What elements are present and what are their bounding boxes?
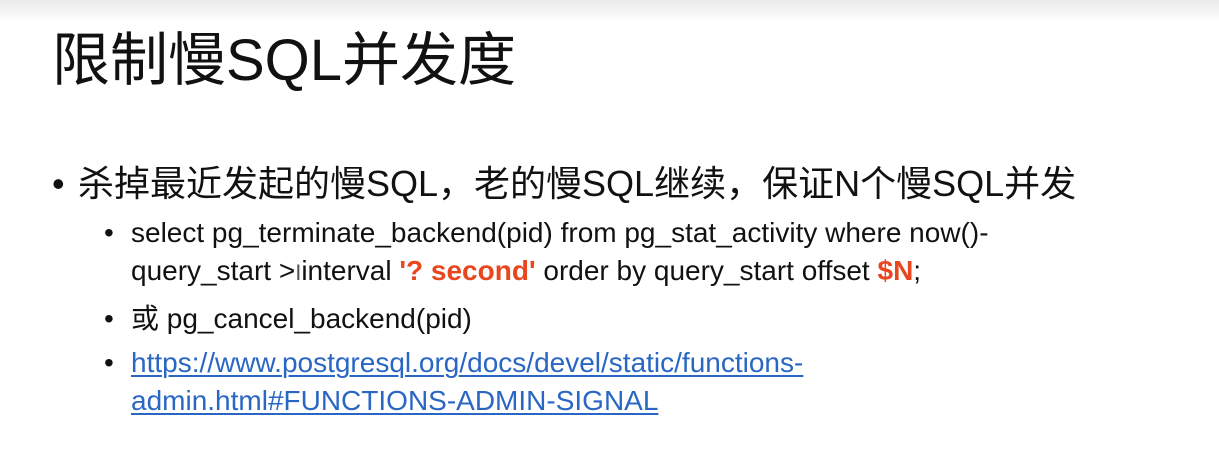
sql-part3: interval xyxy=(301,255,400,286)
sql-part5: ; xyxy=(913,255,922,286)
sql-part4: order by query_start offset xyxy=(535,255,878,286)
bullet-dot: • xyxy=(52,163,65,204)
sub-bullet-sql: • select pg_terminate_backend(pid) from … xyxy=(104,214,1204,292)
bullet-dot: • xyxy=(104,303,114,334)
main-bullet: • 杀掉最近发起的慢SQL，老的慢SQL继续，保证N个慢SQL并发 xyxy=(52,160,1076,208)
docs-link-line1[interactable]: https://www.postgresql.org/docs/devel/st… xyxy=(131,347,803,378)
bullet-dot: • xyxy=(104,217,114,248)
top-shade xyxy=(0,0,1219,22)
sub-bullet-cancel: • 或 pg_cancel_backend(pid) xyxy=(104,300,1204,338)
sql-highlight-seconds: '? second' xyxy=(399,255,536,286)
sql-part1: select pg_terminate_backend(pid) from pg… xyxy=(131,217,989,248)
sql-text: select pg_terminate_backend(pid) from pg… xyxy=(131,214,1204,292)
slide-title: 限制慢SQL并发度 xyxy=(52,28,517,93)
sql-highlight-n: $N xyxy=(877,255,914,286)
bullet-dot: • xyxy=(104,347,114,378)
docs-link[interactable]: https://www.postgresql.org/docs/devel/st… xyxy=(131,347,803,416)
sql-part2: query_start > xyxy=(131,255,296,286)
sub-bullet-link: • https://www.postgresql.org/docs/devel/… xyxy=(104,344,1204,420)
docs-link-line2[interactable]: admin.html#FUNCTIONS-ADMIN-SIGNAL xyxy=(131,385,658,416)
docs-link-wrap: https://www.postgresql.org/docs/devel/st… xyxy=(131,344,1204,420)
main-bullet-text: 杀掉最近发起的慢SQL，老的慢SQL继续，保证N个慢SQL并发 xyxy=(78,163,1077,204)
cancel-text: 或 pg_cancel_backend(pid) xyxy=(131,303,472,334)
